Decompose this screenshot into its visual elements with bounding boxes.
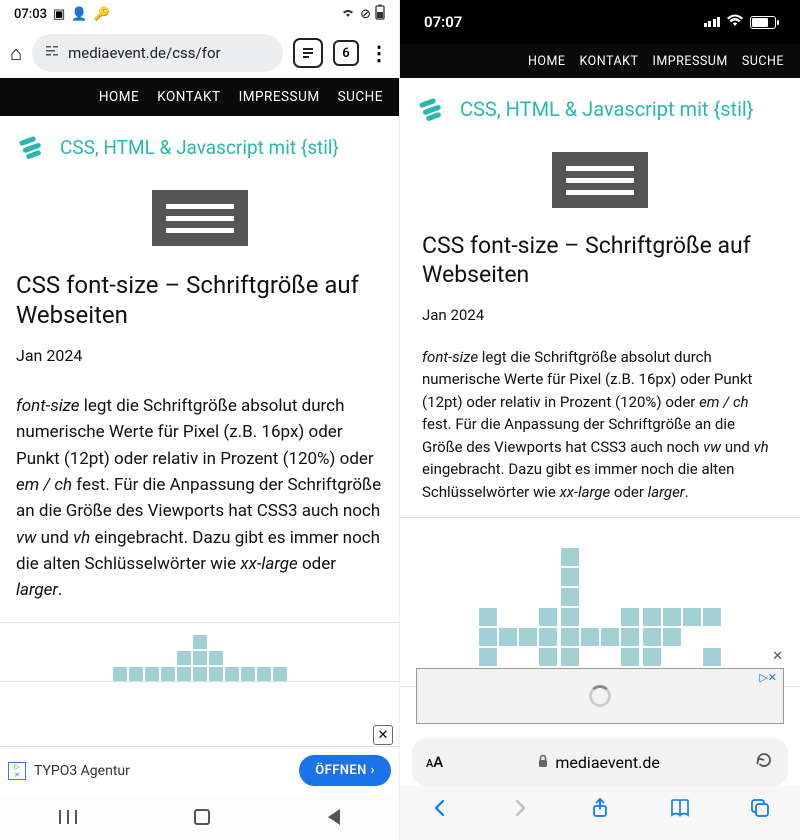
hamburger-menu-button[interactable] (552, 152, 648, 208)
adchoices-icon[interactable]: ▷✕ (759, 671, 777, 684)
ad-placeholder[interactable]: ✕ ▷✕ (416, 668, 784, 724)
brand-logo-icon[interactable] (14, 130, 48, 164)
tabs-button[interactable] (748, 796, 772, 826)
home-button[interactable] (194, 809, 210, 825)
safari-address-bar[interactable]: AA mediaevent.de (412, 738, 788, 786)
cellular-signal-icon (704, 17, 721, 27)
ad-marker-icon[interactable]: ▷✕ (8, 762, 26, 780)
nav-suche[interactable]: SUCHE (338, 89, 383, 105)
nav-kontakt[interactable]: KONTAKT (580, 54, 639, 69)
ad-open-button[interactable]: ÖFFNEN› (299, 755, 391, 786)
key-icon: 🔑 (93, 7, 109, 22)
brand-row: CSS, HTML & Javascript mit {stil} (400, 78, 800, 134)
nav-impressum[interactable]: IMPRESSUM (652, 54, 727, 69)
nav-home[interactable]: HOME (528, 54, 566, 69)
article-paragraph: font-size legt die Schriftgröße absolut … (16, 393, 383, 604)
tab-switcher-button[interactable]: 6 (333, 40, 359, 66)
person-icon: 👤 (71, 7, 87, 22)
lock-icon (537, 753, 549, 772)
overflow-menu-icon[interactable]: ⋮ (369, 41, 389, 65)
nav-home[interactable]: HOME (99, 89, 139, 105)
article-date: Jan 2024 (422, 306, 778, 324)
status-time: 07:07 (424, 13, 462, 31)
image-icon: ▣ (53, 7, 65, 22)
forward-button[interactable] (508, 796, 532, 826)
ad-banner: ✕ ▷✕ TYPO3 Agentur ÖFFNEN› (0, 746, 399, 794)
url-field[interactable]: mediaevent.de/css/for (32, 34, 283, 72)
url-domain[interactable]: mediaevent.de (453, 753, 744, 772)
ad-close-button[interactable]: ✕ (772, 649, 783, 664)
article-heading: CSS font-size – Schriftgröße auf Webseit… (16, 270, 383, 330)
home-icon[interactable]: ⌂ (10, 41, 22, 66)
battery-icon (375, 4, 385, 24)
chevron-right-icon: › (371, 763, 375, 778)
chrome-address-bar: ⌂ mediaevent.de/css/for 6 ⋮ (0, 28, 399, 78)
article-heading: CSS font-size – Schriftgröße auf Webseit… (422, 232, 778, 290)
article: CSS font-size – Schriftgröße auf Webseit… (400, 232, 800, 503)
site-nav: HOME KONTAKT IMPRESSUM SUCHE (400, 44, 800, 78)
wifi-icon (340, 6, 356, 22)
bookmarks-button[interactable] (668, 796, 692, 826)
pixel-decoration (400, 517, 800, 687)
wifi-icon (726, 13, 744, 31)
article-paragraph: font-size legt die Schriftgröße absolut … (422, 346, 778, 504)
do-not-disturb-icon: ⊘ (360, 7, 371, 22)
site-settings-icon[interactable] (44, 43, 60, 63)
article: CSS font-size – Schriftgröße auf Webseit… (0, 270, 399, 604)
ios-status-bar: 07:07 (400, 0, 800, 44)
loading-spinner-icon (589, 685, 611, 707)
nav-kontakt[interactable]: KONTAKT (157, 89, 220, 105)
brand-row: CSS, HTML & Javascript mit {stil} (0, 116, 399, 172)
back-button[interactable] (428, 796, 452, 826)
pixel-decoration (0, 622, 399, 682)
hamburger-menu-button[interactable] (152, 190, 248, 246)
nav-impressum[interactable]: IMPRESSUM (239, 89, 320, 105)
status-time: 07:03 (14, 7, 47, 22)
recents-button[interactable] (59, 810, 77, 824)
reload-button[interactable] (754, 750, 774, 774)
battery-icon (750, 16, 776, 29)
back-button[interactable] (328, 809, 340, 825)
nav-suche[interactable]: SUCHE (742, 54, 784, 69)
android-status-bar: 07:03 ▣ 👤 🔑 ⊘ (0, 0, 399, 28)
url-text: mediaevent.de/css/for (68, 44, 220, 62)
article-date: Jan 2024 (16, 346, 383, 365)
share-button[interactable] (588, 796, 612, 826)
site-nav: HOME KONTAKT IMPRESSUM SUCHE (0, 78, 399, 116)
reader-mode-button[interactable] (293, 38, 323, 68)
brand-title[interactable]: CSS, HTML & Javascript mit {stil} (60, 136, 339, 159)
ad-text[interactable]: TYPO3 Agentur (34, 763, 291, 779)
android-nav-bar (0, 794, 399, 840)
brand-title[interactable]: CSS, HTML & Javascript mit {stil} (460, 97, 754, 121)
safari-toolbar (400, 786, 800, 840)
ad-close-button[interactable]: ✕ (373, 725, 393, 745)
brand-logo-icon[interactable] (414, 92, 448, 126)
text-size-button[interactable]: AA (426, 753, 443, 771)
